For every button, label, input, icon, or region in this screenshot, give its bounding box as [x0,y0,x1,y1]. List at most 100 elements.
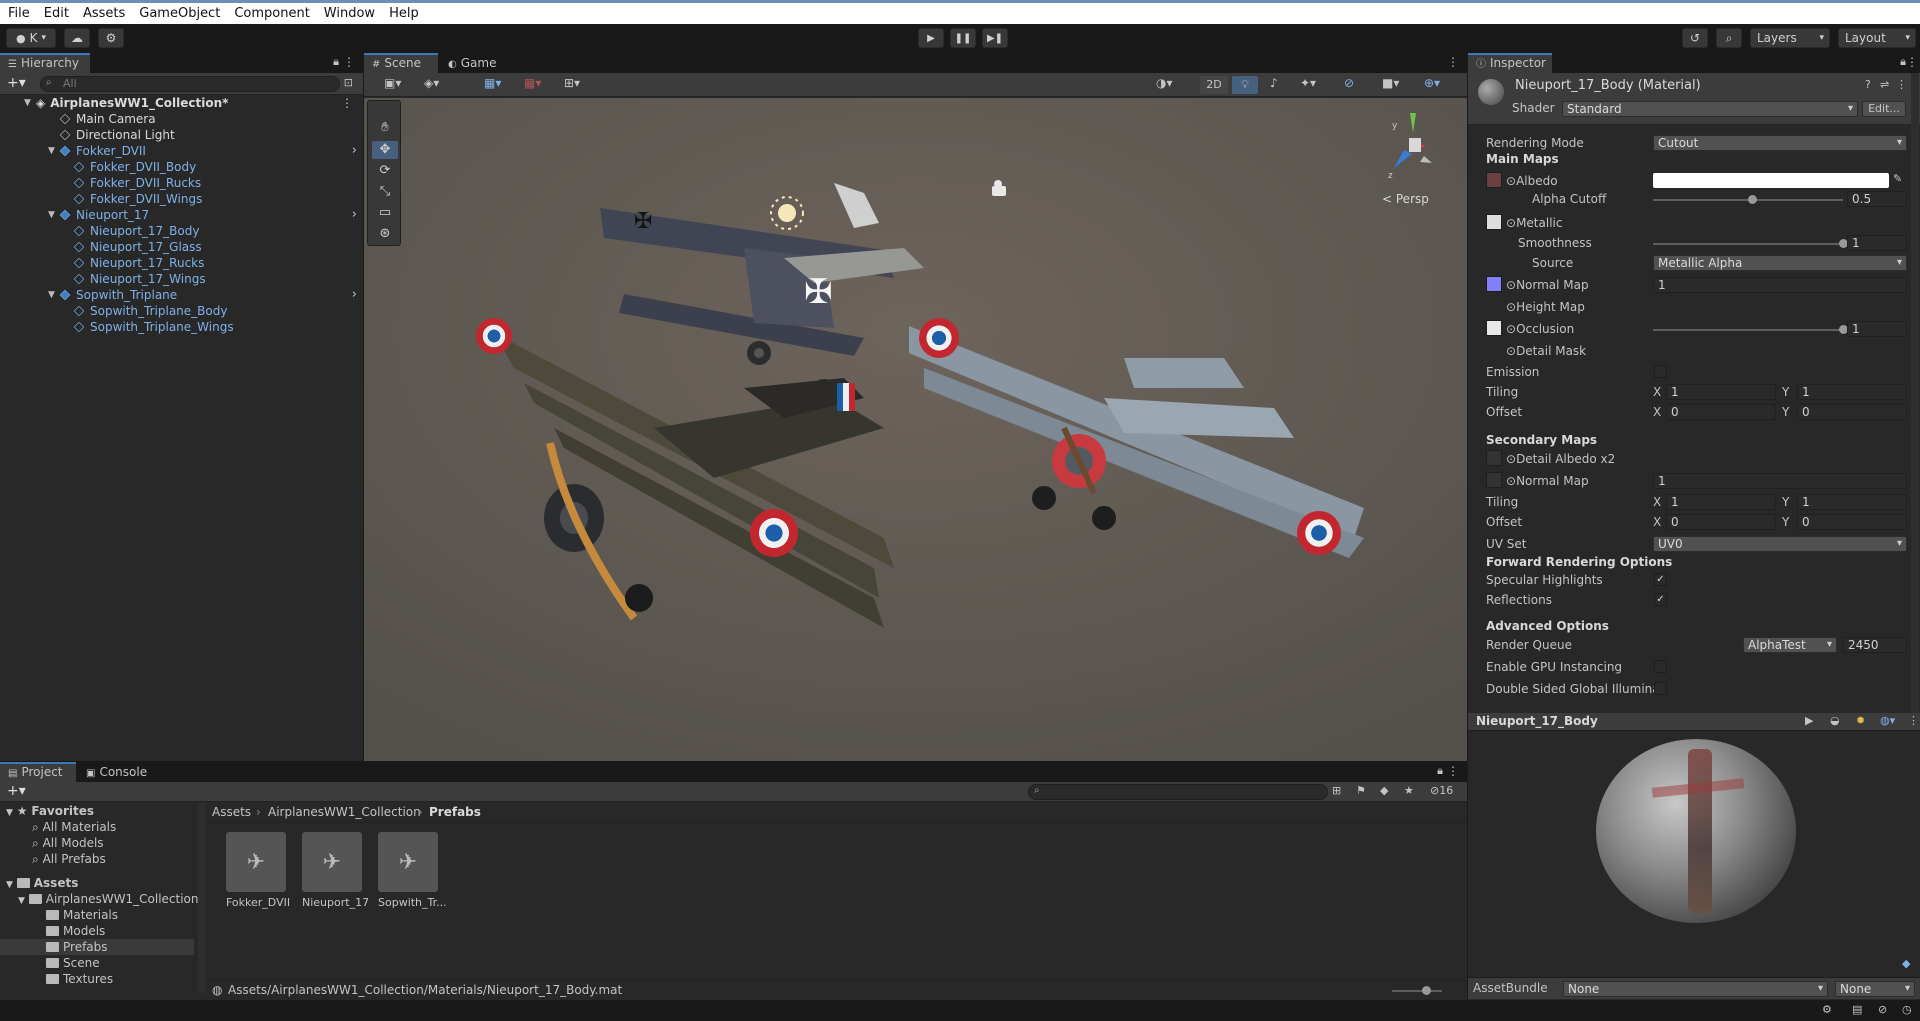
normal-map2-input[interactable]: 1 [1653,473,1907,489]
menu-help[interactable]: Help [382,3,426,24]
smoothness-track[interactable] [1653,243,1843,245]
lock-icon[interactable]: 🔒︎ [1437,764,1443,778]
render-queue-input[interactable]: 2450 [1843,637,1907,653]
layers-dropdown[interactable]: Layers ▾ [1750,28,1830,48]
smoothness-input[interactable]: 1 [1847,235,1907,251]
prefab-item-nieuport[interactable]: ✈︎ Nieuport_17 [302,832,369,916]
tiling2-x-input[interactable]: 1 [1666,494,1776,510]
collection-node[interactable]: ▼ AirplanesWW1_Collection [18,891,199,907]
gpu-instancing-checkbox[interactable] [1654,660,1667,673]
light-preview-icon[interactable]: ✹ [1856,714,1865,727]
occlusion-input[interactable]: 1 [1847,321,1907,337]
mesh-preview-icon[interactable]: ◒ [1830,714,1840,727]
gizmos-icon[interactable]: ⊕▾ [1424,76,1440,90]
lighting-toggle-icon[interactable]: 💡︎ [1232,76,1258,94]
grid-snap-icon[interactable]: ▦▾ [484,76,501,90]
hierarchy-item[interactable]: Sopwith_Triplane_Wings [0,319,363,335]
hidden-objects-icon[interactable]: ⊘ [1344,76,1354,90]
open-prefab-icon[interactable]: › [352,207,357,223]
hierarchy-item[interactable]: Fokker_DVII_Rucks [0,175,363,191]
folder-prefabs[interactable]: Prefabs [0,939,194,955]
favorite-star-icon[interactable]: ★ [1404,784,1414,797]
expand-arrow-icon[interactable]: ▼ [24,95,31,111]
hierarchy-item[interactable]: Fokker_DVII_Wings [0,191,363,207]
collab-button[interactable]: ⚙ [98,28,124,48]
material-preview-sphere[interactable] [1596,739,1796,923]
normal-map-texture-slot[interactable] [1486,276,1502,292]
breadcrumb-collection[interactable]: AirplanesWW1_Collection [268,805,421,819]
specular-checkbox[interactable]: ✓ [1654,573,1667,586]
hidden-packages-icon[interactable]: ⊘16 [1430,784,1453,797]
render-queue-dropdown[interactable]: AlphaTest [1743,637,1837,653]
label-filter-icon[interactable]: ◆ [1380,784,1388,797]
layout-dropdown[interactable]: Layout ▾ [1838,28,1916,48]
camera-icon[interactable]: ■▾ [1382,76,1399,90]
tab-inspector[interactable]: ⓘ Inspector [1468,53,1552,73]
cache-icon[interactable]: ▤ [1852,1003,1862,1016]
expand-arrow-icon[interactable]: ▼ [48,143,55,159]
offset-y-input[interactable]: 0 [1797,404,1907,420]
tiling2-y-input[interactable]: 1 [1797,494,1907,510]
source-dropdown[interactable]: Metallic Alpha [1653,255,1907,271]
menu-file[interactable]: File [0,3,37,24]
picker-dot-icon[interactable]: ⊙ [1506,174,1516,188]
inspector-scrollbar[interactable] [1911,73,1919,713]
folder-scene[interactable]: Scene [46,955,100,971]
normal-map-scale-input[interactable]: 1 [1653,277,1907,293]
filter-icon[interactable]: ⚑ [1356,784,1366,797]
help-icon[interactable]: ? [1865,78,1871,91]
add-icon[interactable]: +▾ [7,783,26,799]
menu-gameobject[interactable]: GameObject [132,3,227,24]
offset2-y-input[interactable]: 0 [1797,514,1907,530]
double-sided-checkbox[interactable] [1654,682,1667,695]
increment-snap-icon[interactable]: ▦▾ [524,76,541,90]
search-button[interactable]: ⌕ [1716,28,1742,48]
progress-icon[interactable]: ⚙ [1822,1003,1832,1016]
menu-window[interactable]: Window [317,3,382,24]
kebab-menu-icon[interactable]: ⋮ [1447,55,1459,69]
presets-icon[interactable]: ⇌ [1880,78,1889,91]
detail-normal-slot[interactable] [1486,472,1502,488]
alpha-cutoff-knob[interactable] [1748,195,1757,204]
hierarchy-item[interactable]: ▼ Fokker_DVII › [0,143,363,159]
hierarchy-item[interactable]: Fokker_DVII_Body [0,159,363,175]
step-button[interactable]: ▶❚ [982,28,1008,48]
prefab-item-fokker[interactable]: ✈︎ Fokker_DVII [226,832,290,916]
favorites-node[interactable]: ▼ ★ Favorites [6,803,94,819]
hierarchy-item[interactable]: ▼ Sopwith_Triplane › [0,287,363,303]
rect-tool-icon[interactable]: ▭ [372,204,398,222]
scene-viewport[interactable]: ✠ ✠ z y < Persp ✋︎ ✥ ⟳ ⤡ ▭ ⊛ [364,98,1467,761]
uv-set-dropdown[interactable]: UV0 [1653,536,1907,552]
eyedropper-icon[interactable]: ✎ [1893,172,1902,185]
audio-icon[interactable]: ♪ [1270,76,1278,90]
kebab-menu-icon[interactable]: ⋮ [1908,714,1919,727]
performance-icon[interactable]: ◷ [1902,1003,1912,1016]
kebab-menu-icon[interactable]: ⋮ [1896,78,1907,91]
toggle-2d-button[interactable]: 2D [1200,76,1228,94]
hand-tool-icon[interactable]: ✋︎ [372,119,398,137]
prefab-item-sopwith[interactable]: ✈︎ Sopwith_Tr... [378,832,447,916]
offset-x-input[interactable]: 0 [1666,404,1776,420]
rendering-mode-dropdown[interactable]: Cutout [1653,135,1907,151]
fav-all-models[interactable]: ⌕ All Models [32,835,104,851]
hierarchy-item[interactable]: Nieuport_17_Rucks [0,255,363,271]
menu-edit[interactable]: Edit [37,3,76,24]
scale-tool-icon[interactable]: ⤡ [372,183,398,201]
edit-shader-button[interactable]: Edit... [1862,101,1906,117]
label-tag-icon[interactable]: ◆ [1902,957,1910,970]
alpha-cutoff-input[interactable]: 0.5 [1847,191,1907,207]
picker-dot-icon[interactable]: ⊙ [1506,278,1516,292]
offset2-x-input[interactable]: 0 [1666,514,1776,530]
tiling-y-input[interactable]: 1 [1797,384,1907,400]
move-tool-icon[interactable]: ✥ [372,141,398,159]
ruler-icon[interactable]: ⊞▾ [564,76,580,90]
metallic-texture-slot[interactable] [1486,214,1502,230]
fav-all-prefabs[interactable]: ⌕ All Prefabs [32,851,106,867]
open-prefab-icon[interactable]: › [352,143,357,159]
picker-dot-icon[interactable]: ⊙ [1506,300,1516,314]
asset-bundle-dropdown[interactable]: None [1563,981,1828,997]
picker-dot-icon[interactable]: ⊙ [1506,474,1516,488]
draw-mode-icon[interactable]: ▣▾ [384,76,401,90]
folder-textures[interactable]: Textures [46,971,113,987]
emission-checkbox[interactable] [1654,365,1667,378]
